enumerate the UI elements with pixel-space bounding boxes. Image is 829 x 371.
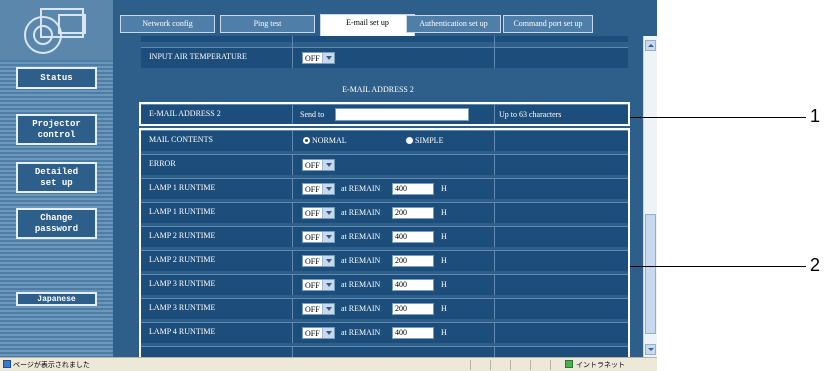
tab-email-setup[interactable]: E-mail set up [320,14,415,36]
tab-authentication-setup[interactable]: Authentication set up [406,15,501,33]
sidebar: Status Projector control Detailed set up… [0,0,113,357]
logo [0,0,113,60]
page-icon [3,360,11,368]
scroll-down-icon[interactable] [645,344,656,355]
partial-row [141,36,628,53]
callout-line-1 [630,117,806,118]
callout-frame-2 [139,128,630,357]
scroll-up-icon[interactable] [645,40,656,51]
tab-command-port-setup[interactable]: Command port set up [503,15,593,33]
email-settings-panel: INPUT AIR TEMPERATURE OFF E-MAIL ADDRESS… [113,36,643,357]
callout-frame-1 [139,102,630,126]
projector-control-button[interactable]: Projector control [16,114,97,145]
detailed-setup-button[interactable]: Detailed set up [16,162,97,193]
input-air-temperature-label: INPUT AIR TEMPERATURE [149,52,247,61]
browser-window: Status Projector control Detailed set up… [0,0,657,371]
japanese-language-button[interactable]: Japanese [16,292,97,306]
status-bar: ページが表示されました イントラネット [0,357,657,371]
tab-network-config[interactable]: Network config [120,15,215,33]
callout-number-1: 1 [810,106,821,126]
chevron-down-icon [322,53,334,63]
zone-text: イントラネット [576,361,625,369]
input-air-temperature-row: INPUT AIR TEMPERATURE OFF [141,47,628,68]
tab-ping-test[interactable]: Ping test [220,15,315,33]
callout-number-2: 2 [810,255,821,275]
section-title: E-MAIL ADDRESS 2 [342,85,414,94]
change-password-button[interactable]: Change password [16,208,97,239]
status-text: ページが表示されました [13,361,90,369]
vertical-scrollbar[interactable] [643,36,657,357]
intranet-zone-icon [565,360,573,368]
tab-bar: Network config Ping test E-mail set up A… [113,0,657,36]
status-button[interactable]: Status [16,67,97,89]
scroll-thumb[interactable] [645,214,656,334]
callout-line-2 [630,266,806,267]
input-air-temperature-select[interactable]: OFF [302,52,335,64]
